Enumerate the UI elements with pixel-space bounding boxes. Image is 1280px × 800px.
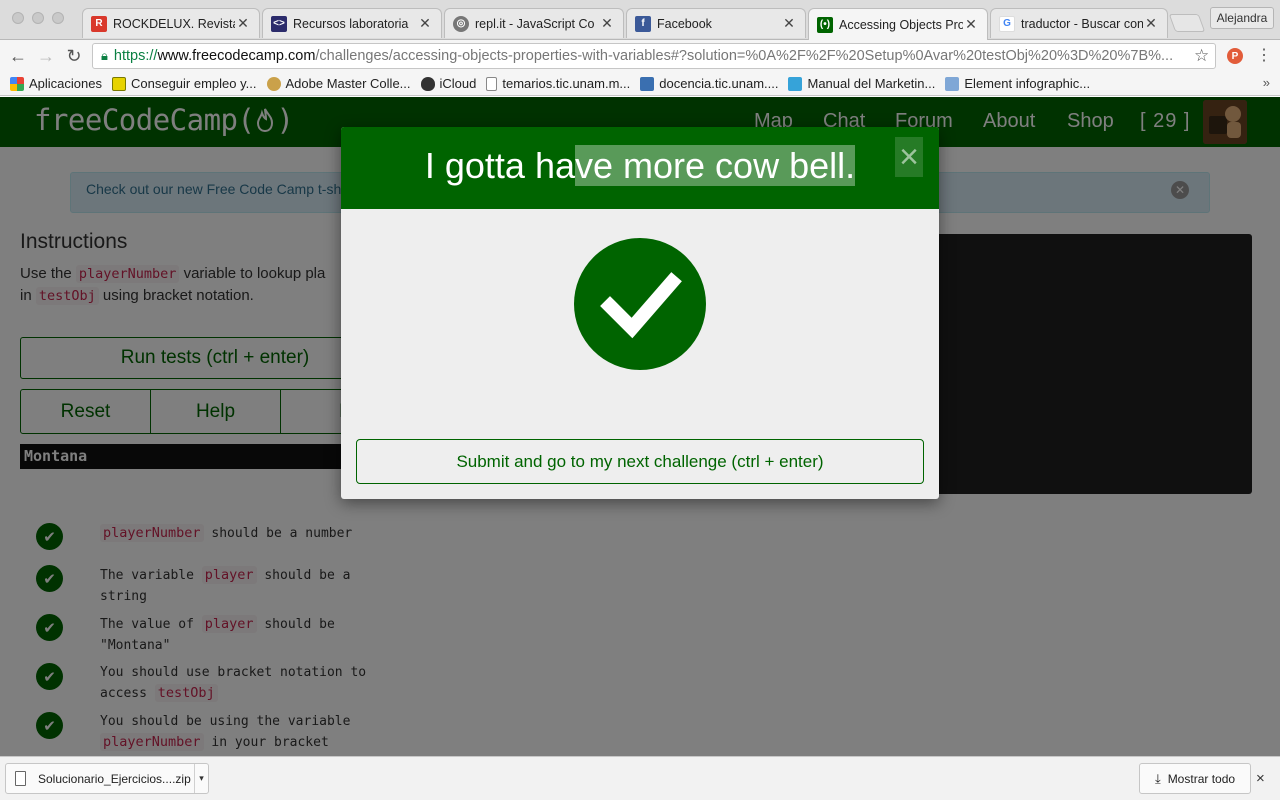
unam-icon [640,76,655,91]
new-tab-button[interactable] [1168,14,1206,32]
url-path: /challenges/accessing-objects-properties… [315,48,1174,64]
facebook-icon: f [635,15,651,32]
marketing-icon [788,76,803,91]
back-arrow-icon[interactable]: ← [6,44,30,68]
bookmark-label: Conseguir empleo y... [131,76,257,91]
tab-label: repl.it - JavaScript Co [475,16,595,31]
more-bookmarks-icon[interactable]: » [1263,75,1270,90]
bookmark-icloud[interactable]: iCloud [420,76,477,91]
yellow-square-icon [112,76,126,91]
close-window-button[interactable] [12,12,24,24]
url-host: www.freecodecamp.com [157,48,316,64]
bookmark-conseguir-empleo[interactable]: Conseguir empleo y... [112,76,257,91]
tab-rockdelux[interactable]: R ROCKDELUX. Revista ✕ [82,8,260,38]
reload-icon[interactable]: ↻ [62,44,86,68]
freecodecamp-icon: (•) [817,16,833,33]
bookmark-label: Aplicaciones [29,76,102,91]
menu-dots-icon[interactable]: ⋮ [1256,45,1272,65]
apple-icon [420,76,435,91]
tab-label: Facebook [657,16,712,31]
rockdelux-icon: R [91,15,107,32]
modal-title: I gotta have more cow bell. [424,145,856,186]
tab-replit[interactable]: ◎ repl.it - JavaScript Co ✕ [444,8,624,38]
close-tab-icon[interactable]: ✕ [963,16,979,33]
url-scheme: https:// [113,48,158,64]
address-bar[interactable]: 🔒︎ https://www.freecodecamp.com/challeng… [92,43,1216,69]
bookmark-aplicaciones[interactable]: Aplicaciones [10,76,102,91]
code-icon: <> [271,15,287,32]
close-icon[interactable]: × [895,137,923,177]
pocket-extension-icon[interactable]: P [1227,48,1243,64]
tab-traductor[interactable]: G traductor - Buscar con ✕ [990,8,1168,38]
bookmark-star-icon[interactable]: ☆ [1194,46,1209,66]
modal-header: I gotta have more cow bell. × [341,127,939,209]
minimize-window-button[interactable] [32,12,44,24]
submit-next-challenge-button[interactable]: Submit and go to my next challenge (ctrl… [356,439,924,484]
bookmark-adobe[interactable]: Adobe Master Colle... [266,76,411,91]
download-item[interactable]: Solucionario_Ejercicios....zip ▾ [5,763,209,794]
bookmark-label: Adobe Master Colle... [285,76,411,91]
adobe-icon [266,76,281,91]
profile-button[interactable]: Alejandra [1210,7,1274,29]
bookmark-manual-marketing[interactable]: Manual del Marketin... [788,76,935,91]
bookmark-temarios[interactable]: temarios.tic.unam.m... [486,76,630,91]
image-icon [945,76,960,91]
bookmark-label: Manual del Marketin... [807,76,936,91]
selected-text: ve more cow bell. [575,145,856,186]
forward-arrow-icon[interactable]: → [34,44,58,68]
downloads-bar: Solucionario_Ejercicios....zip ▾ ⤓ Mostr… [0,756,1280,800]
bookmark-label: temarios.tic.unam.m... [502,76,631,91]
download-icon: ⤓ [1154,770,1161,786]
browser-toolbar: ← → ↻ 🔒︎ https://www.freecodecamp.com/ch… [0,40,1280,72]
page-content: freeCodeCamp() Map Chat Forum About Shop… [0,97,1280,756]
show-all-downloads-button[interactable]: ⤓ Mostrar todo [1139,763,1251,794]
tab-strip: R ROCKDELUX. Revista ✕ <> Recursos labor… [0,0,1280,40]
close-tab-icon[interactable]: ✕ [599,15,615,32]
close-downloads-icon[interactable]: × [1256,770,1265,787]
tab-recursos[interactable]: <> Recursos laboratoria ✕ [262,8,442,38]
close-tab-icon[interactable]: ✕ [1143,15,1159,32]
bookmark-element-infographic[interactable]: Element infographic... [945,76,1090,91]
file-icon [15,771,26,786]
zoom-window-button[interactable] [52,12,64,24]
checkmark-icon [574,238,706,370]
bookmark-label: Element infographic... [964,76,1091,91]
bookmark-label: docencia.tic.unam.... [659,76,779,91]
chevron-down-icon[interactable]: ▾ [194,764,208,793]
tab-facebook[interactable]: f Facebook ✕ [626,8,806,38]
close-tab-icon[interactable]: ✕ [235,15,251,32]
replit-icon: ◎ [453,15,469,32]
tab-label: Accessing Objects Pro [839,17,963,32]
close-tab-icon[interactable]: ✕ [417,15,433,32]
show-all-label: Mostrar todo [1167,771,1236,786]
download-filename: Solucionario_Ejercicios....zip [38,771,191,786]
bookmark-docencia[interactable]: docencia.tic.unam.... [640,76,778,91]
tab-label: Recursos laboratoria [293,16,409,31]
google-icon: G [999,15,1015,32]
close-tab-icon[interactable]: ✕ [781,15,797,32]
success-modal: I gotta have more cow bell. × Submit and… [341,127,939,499]
lock-icon: 🔒︎ [101,48,108,63]
tab-label: ROCKDELUX. Revista [113,16,235,31]
bookmark-label: iCloud [439,76,477,91]
bookmarks-bar: Aplicaciones Conseguir empleo y... Adobe… [0,72,1280,96]
page-icon [486,76,498,91]
tab-accessing-objects[interactable]: (•) Accessing Objects Pro ✕ [808,8,988,40]
tab-label: traductor - Buscar con [1021,16,1143,31]
apps-grid-icon [10,76,24,91]
